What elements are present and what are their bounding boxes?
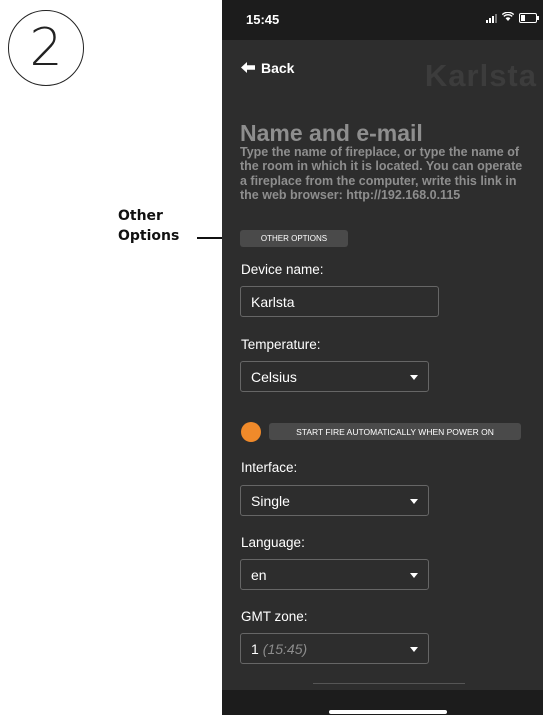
chevron-down-icon <box>410 499 418 504</box>
interface-select[interactable]: Single <box>240 485 429 516</box>
gmt-zone-value: 1 <box>251 640 259 657</box>
gmt-zone-label: GMT zone: <box>241 609 308 624</box>
divider <box>313 683 465 684</box>
callout-label-line1: Other <box>118 208 163 224</box>
chevron-down-icon <box>410 647 418 652</box>
section-description: Type the name of fireplace, or type the … <box>240 145 523 202</box>
section-title: Name and e-mail <box>240 120 423 146</box>
language-value: en <box>251 566 267 583</box>
back-label: Back <box>261 60 295 76</box>
home-indicator[interactable] <box>329 710 447 714</box>
battery-icon <box>519 13 539 23</box>
device-name-input[interactable]: Karlsta <box>240 286 439 317</box>
back-arrow-icon <box>241 60 255 76</box>
callout-label-line2: Options <box>118 228 180 244</box>
interface-value: Single <box>251 492 290 509</box>
temperature-label: Temperature: <box>241 337 321 352</box>
language-label: Language: <box>241 535 305 550</box>
callout-label: Other Options <box>118 206 198 246</box>
gmt-zone-time: (15:45) <box>262 640 308 657</box>
temperature-select[interactable]: Celsius <box>240 361 429 392</box>
other-options-button[interactable]: OTHER OPTIONS <box>240 230 348 247</box>
wifi-icon <box>501 11 515 24</box>
header-device-title: Karlsta <box>424 58 537 93</box>
status-icons <box>486 11 539 24</box>
device-name-label: Device name: <box>241 262 324 277</box>
start-fire-automatically-button[interactable]: START FIRE AUTOMATICALLY WHEN POWER ON <box>269 423 521 440</box>
status-bar: 15:45 <box>222 0 543 40</box>
temperature-value: Celsius <box>251 368 297 385</box>
start-fire-toggle[interactable] <box>241 422 261 442</box>
chevron-down-icon <box>410 375 418 380</box>
status-time: 15:45 <box>246 12 280 27</box>
interface-label: Interface: <box>241 460 298 475</box>
chevron-down-icon <box>410 573 418 578</box>
step-number-circle: 2 <box>8 10 84 86</box>
cellular-signal-icon <box>486 13 497 23</box>
gmt-zone-select[interactable]: 1 (15:45) <box>240 633 429 664</box>
phone-screen: 15:45 Back Karlsta Name and e-mail Type … <box>222 0 543 715</box>
language-select[interactable]: en <box>240 559 429 590</box>
back-button[interactable]: Back <box>241 60 294 76</box>
